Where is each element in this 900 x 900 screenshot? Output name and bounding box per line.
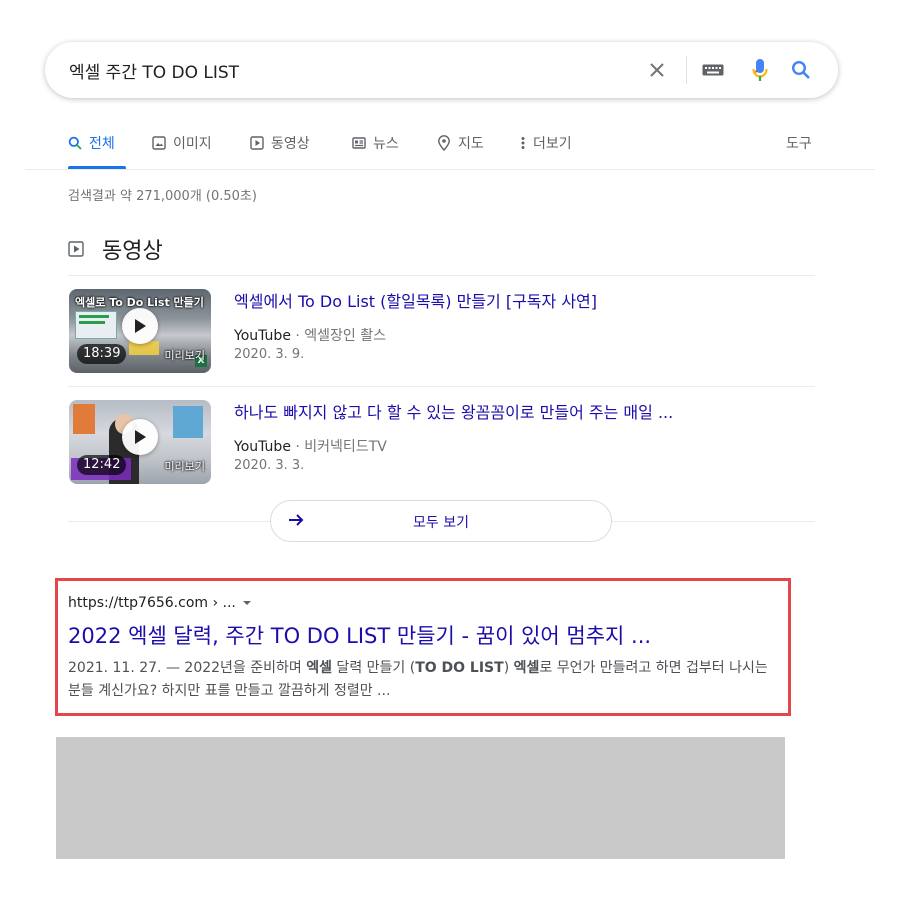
tab-label: 전체 (89, 136, 115, 152)
video-date: 2020. 3. 3. (234, 458, 305, 473)
video-thumbnail[interactable]: X 엑셀로 To Do List 만들기 18:39 미리보기 (69, 289, 211, 373)
microphone-icon[interactable] (745, 42, 775, 98)
tab-news[interactable]: 뉴스 (352, 130, 399, 156)
video-channel: 엑셀장인 촬스 (304, 328, 387, 344)
search-input[interactable] (69, 42, 629, 98)
caret-down-icon[interactable] (242, 600, 252, 606)
video-section-heading: 동영상 (68, 233, 163, 265)
image-icon (152, 136, 166, 150)
tab-all[interactable]: 전체 (68, 130, 115, 156)
video-duration: 18:39 (77, 344, 127, 364)
video-result: 12:42 미리보기 하나도 빠지지 않고 다 할 수 있는 왕꼼꼼이로 만들어… (68, 394, 815, 489)
snippet-text: 달력 만들기 ( (331, 660, 416, 676)
tools-label: 도구 (786, 136, 812, 152)
map-pin-icon (438, 135, 450, 151)
snippet-text: ) (503, 660, 514, 676)
result-url[interactable]: https://ttp7656.com › ... (68, 595, 252, 611)
tools-button[interactable]: 도구 (786, 130, 812, 156)
tab-videos[interactable]: 동영상 (250, 130, 310, 156)
spreadsheet-graphic (79, 315, 109, 318)
video-title-link[interactable]: 엑셀에서 To Do List (할일목록) 만들기 [구독자 사연] (234, 288, 597, 312)
divider (68, 275, 815, 276)
video-channel: 비커넥티드TV (304, 439, 387, 455)
video-title-link[interactable]: 하나도 빠지지 않고 다 할 수 있는 왕꼼꼼이로 만들어 주는 매일 ... (234, 399, 673, 423)
video-section-title: 동영상 (102, 239, 163, 264)
play-icon[interactable] (122, 308, 158, 344)
tab-maps[interactable]: 지도 (437, 130, 484, 156)
tab-label: 이미지 (173, 136, 212, 152)
video-icon (250, 136, 264, 150)
snippet-highlight: 엑셀 (306, 660, 332, 676)
search-tabs: 전체 이미지 동영상 뉴스 지도 더보기 도구 (68, 130, 828, 156)
clear-icon[interactable] (642, 42, 672, 98)
keyboard-icon[interactable] (698, 42, 728, 98)
divider (68, 386, 815, 387)
divider (68, 521, 271, 522)
see-all-label: 모두 보기 (413, 515, 469, 531)
search-box-divider (686, 56, 687, 84)
snippet-text: 2021. 11. 27. — 2022년을 준비하며 (68, 660, 307, 676)
separator: · (290, 439, 305, 455)
result-url-text: https://ttp7656.com › ... (68, 595, 236, 611)
search-box[interactable] (45, 42, 838, 98)
play-icon[interactable] (122, 419, 158, 455)
more-vert-icon (521, 137, 525, 149)
tab-more[interactable]: 더보기 (520, 130, 572, 156)
video-meta: YouTube · 엑셀장인 촬스 (234, 325, 386, 345)
result-stats: 검색결과 약 271,000개 (0.50초) (68, 189, 257, 204)
see-all-videos-button[interactable]: 모두 보기 (270, 500, 612, 542)
snippet-highlight: TO DO LIST (415, 660, 504, 676)
video-source: YouTube (234, 328, 291, 344)
video-date: 2020. 3. 9. (234, 347, 305, 362)
tab-label: 더보기 (533, 136, 572, 152)
video-source: YouTube (234, 439, 291, 455)
video-thumbnail[interactable]: 12:42 미리보기 (69, 400, 211, 484)
divider (612, 521, 815, 522)
separator: · (290, 328, 305, 344)
thumbnail-shelf-graphic (173, 406, 203, 438)
tabs-divider (25, 169, 875, 170)
tab-label: 동영상 (271, 136, 310, 152)
thumbnail-shelf-graphic (73, 404, 95, 434)
tab-label: 지도 (458, 136, 484, 152)
preview-label: 미리보기 (164, 349, 205, 362)
tab-images[interactable]: 이미지 (152, 130, 212, 156)
video-icon (68, 241, 84, 257)
tab-label: 뉴스 (373, 136, 399, 152)
result-snippet: 2021. 11. 27. — 2022년을 준비하며 엑셀 달력 만들기 (T… (68, 657, 773, 703)
result-title-link[interactable]: 2022 엑셀 달력, 주간 TO DO LIST 만들기 - 꿈이 있어 멈추… (68, 620, 651, 650)
search-icon[interactable] (786, 42, 816, 98)
video-duration: 12:42 (77, 455, 127, 475)
snippet-highlight: 엑셀 (513, 660, 540, 676)
search-icon (68, 136, 82, 150)
video-meta: YouTube · 비커넥티드TV (234, 436, 387, 456)
news-icon (352, 137, 366, 149)
video-result: X 엑셀로 To Do List 만들기 18:39 미리보기 엑셀에서 To … (68, 283, 815, 378)
gray-placeholder-block (56, 737, 785, 859)
spreadsheet-graphic (79, 321, 105, 324)
preview-label: 미리보기 (164, 460, 205, 473)
